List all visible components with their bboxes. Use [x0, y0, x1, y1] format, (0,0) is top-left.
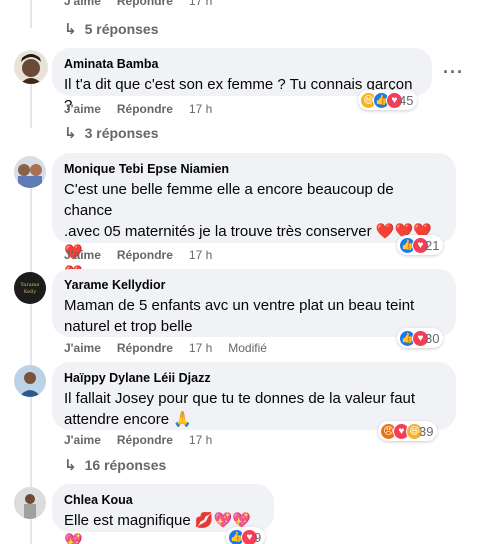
view-replies-button[interactable]: ↳ 16 réponses: [64, 456, 166, 474]
comment-actions: J'aime Répondre 17 h Modifié: [64, 341, 283, 355]
reply-button[interactable]: Répondre: [117, 433, 173, 447]
timestamp[interactable]: 17 h: [189, 341, 212, 355]
view-replies-button[interactable]: ↳ 3 réponses: [64, 124, 159, 142]
reaction-summary[interactable]: 👍 ♥ 9: [226, 527, 266, 544]
timestamp[interactable]: 17 h: [189, 248, 212, 262]
avatar[interactable]: Yarame Kelly: [14, 272, 46, 304]
like-button[interactable]: J'aime: [64, 102, 101, 116]
reaction-count: 30: [425, 330, 440, 346]
reply-button[interactable]: Répondre: [117, 341, 173, 355]
avatar[interactable]: [14, 487, 46, 519]
comment-bubble: Chlea Koua Elle est magnifique 💋💖💖💖: [52, 484, 274, 544]
comment-bubble: Yarame Kellydior Maman de 5 enfants avc …: [52, 269, 456, 337]
reaction-summary[interactable]: 😆 👍 ♥ 45: [358, 90, 418, 110]
reply-arrow-icon: ↳: [64, 457, 77, 474]
thread-line: [30, 84, 32, 128]
comment-actions: J'aime Répondre 17 h: [64, 0, 228, 8]
like-button[interactable]: J'aime: [64, 248, 101, 262]
reaction-summary[interactable]: 😠 ♥ 😆 39: [378, 421, 438, 441]
reaction-summary[interactable]: 👍 ♥ 21: [397, 235, 444, 255]
reaction-count: 39: [419, 423, 434, 439]
svg-text:Kelly: Kelly: [24, 289, 37, 295]
like-button[interactable]: J'aime: [64, 341, 101, 355]
svg-text:Yarame: Yarame: [20, 282, 40, 288]
comment-bubble: Monique Tebi Epse Niamien C'est une bell…: [52, 153, 456, 282]
like-button[interactable]: J'aime: [64, 433, 101, 447]
edited-label: Modifié: [228, 341, 267, 355]
view-replies-button[interactable]: ↳ 5 réponses: [64, 20, 159, 38]
comment-author[interactable]: Monique Tebi Epse Niamien: [64, 161, 444, 177]
reply-button[interactable]: Répondre: [117, 248, 173, 262]
reply-arrow-icon: ↳: [64, 125, 77, 142]
comment-actions: J'aime Répondre 17 h: [64, 433, 228, 447]
reaction-count: 45: [399, 92, 414, 108]
more-options-icon[interactable]: ···: [443, 62, 464, 83]
comment-author[interactable]: Chlea Koua: [64, 492, 262, 508]
comment-bubble: Haïppy Dylane Léii Djazz Il fallait Jose…: [52, 362, 456, 430]
reaction-count: 9: [254, 529, 262, 544]
comment-actions: J'aime Répondre 17 h: [64, 248, 228, 262]
comment-actions: J'aime Répondre 17 h: [64, 102, 228, 116]
avatar[interactable]: [14, 156, 46, 188]
like-button[interactable]: J'aime: [64, 0, 101, 8]
reaction-count: 21: [425, 237, 440, 253]
comment-author[interactable]: Yarame Kellydior: [64, 277, 444, 293]
avatar[interactable]: [14, 50, 48, 84]
reaction-summary[interactable]: 👍 ♥ 30: [397, 328, 444, 348]
timestamp[interactable]: 17 h: [189, 433, 212, 447]
avatar[interactable]: [14, 365, 46, 397]
comment-text: Maman de 5 enfants avc un ventre plat un…: [64, 297, 415, 335]
reply-arrow-icon: ↳: [64, 21, 77, 38]
comment-bubble: Aminata Bamba Il t'a dit que c'est son e…: [52, 48, 432, 114]
comment-author[interactable]: Aminata Bamba: [64, 56, 420, 72]
reply-button[interactable]: Répondre: [117, 0, 173, 8]
thread-line: [30, 0, 32, 28]
timestamp[interactable]: 17 h: [189, 102, 212, 116]
timestamp[interactable]: 17 h: [189, 0, 212, 8]
comment-author[interactable]: Haïppy Dylane Léii Djazz: [64, 370, 444, 386]
reply-button[interactable]: Répondre: [117, 102, 173, 116]
